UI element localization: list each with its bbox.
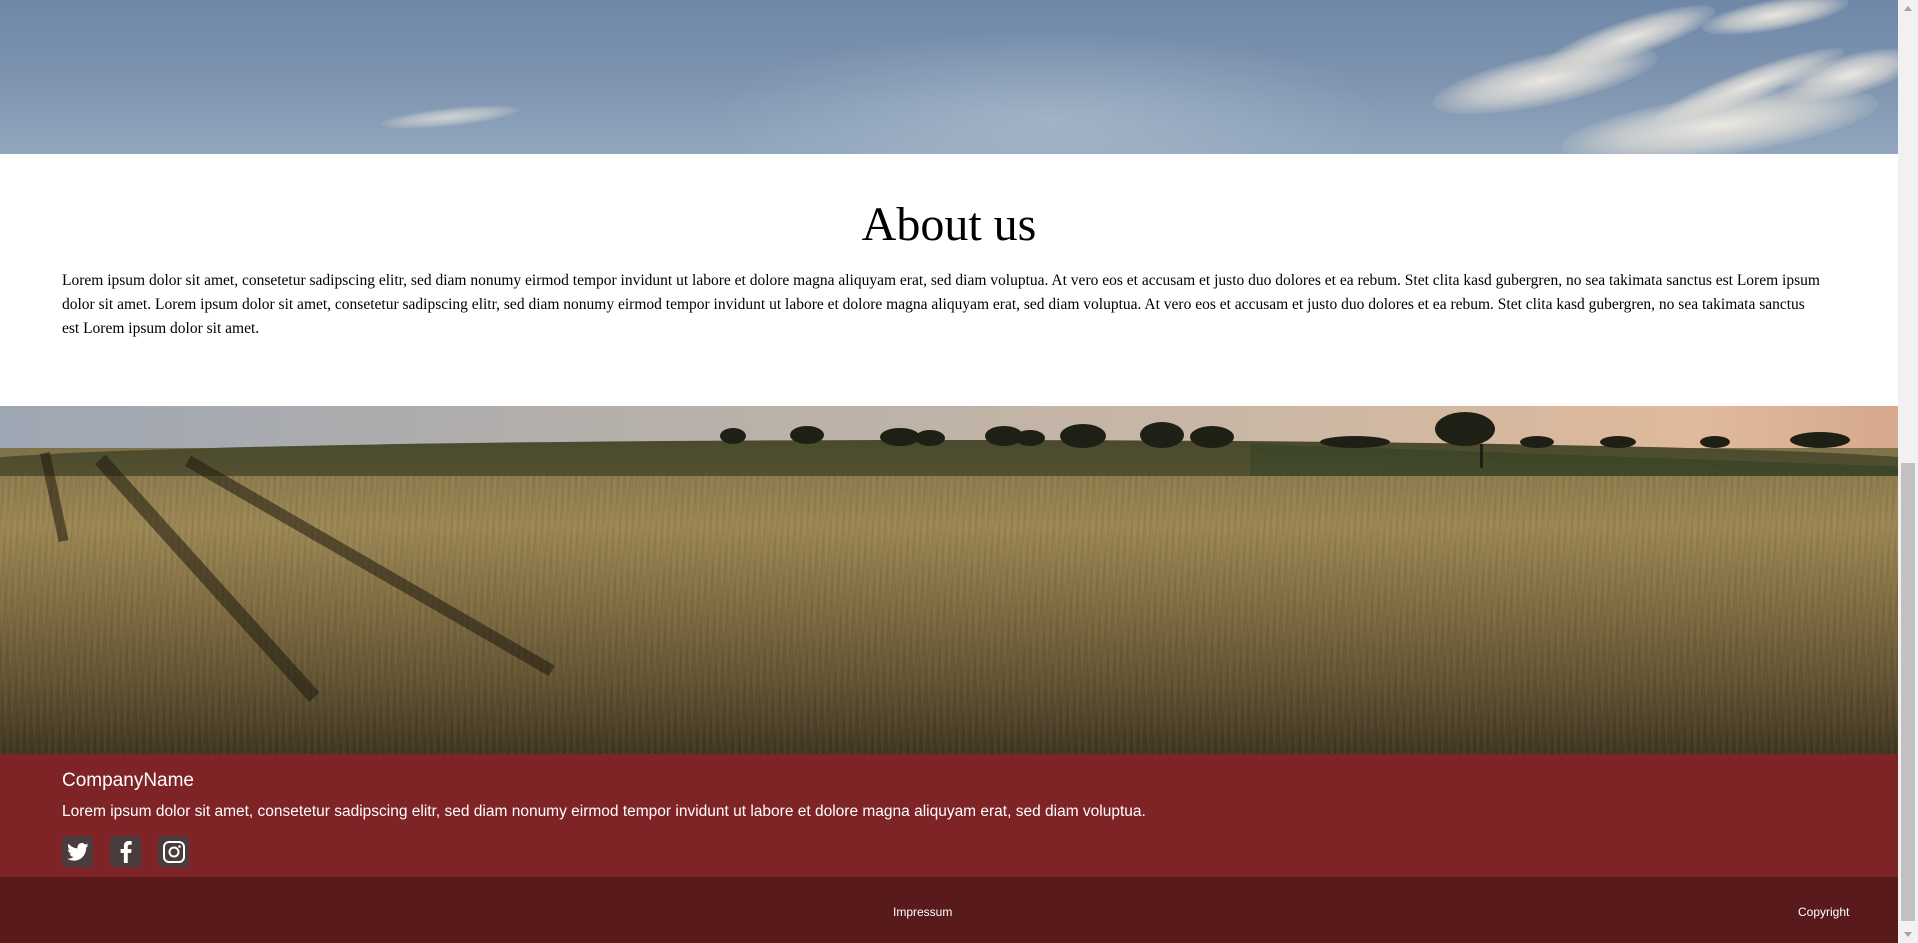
facebook-icon[interactable] <box>110 836 141 867</box>
footer-description: Lorem ipsum dolor sit amet, consetetur s… <box>62 803 1146 820</box>
social-links <box>62 836 189 867</box>
page: About us Lorem ipsum dolor sit amet, con… <box>0 0 1898 943</box>
footer-bottom-bar: Impressum Copyright <box>0 877 1898 943</box>
scrollbar-thumb[interactable] <box>1901 463 1915 921</box>
about-text: Lorem ipsum dolor sit amet, consetetur s… <box>62 272 1820 337</box>
about-title: About us <box>861 198 1037 251</box>
twitter-icon[interactable] <box>62 836 93 867</box>
copyright-link[interactable]: Copyright <box>1798 905 1849 919</box>
sky-banner-image <box>0 0 1898 154</box>
footer: CompanyName Lorem ipsum dolor sit amet, … <box>0 754 1898 877</box>
vertical-scrollbar[interactable] <box>1898 0 1918 943</box>
impressum-link[interactable]: Impressum <box>893 905 952 919</box>
company-name: CompanyName <box>62 770 194 791</box>
instagram-icon[interactable] <box>158 836 189 867</box>
scroll-down-arrow-icon[interactable] <box>1898 926 1918 943</box>
wheat-field-image <box>0 406 1898 754</box>
about-section: About us Lorem ipsum dolor sit amet, con… <box>0 154 1898 406</box>
scroll-up-arrow-icon[interactable] <box>1898 0 1918 17</box>
